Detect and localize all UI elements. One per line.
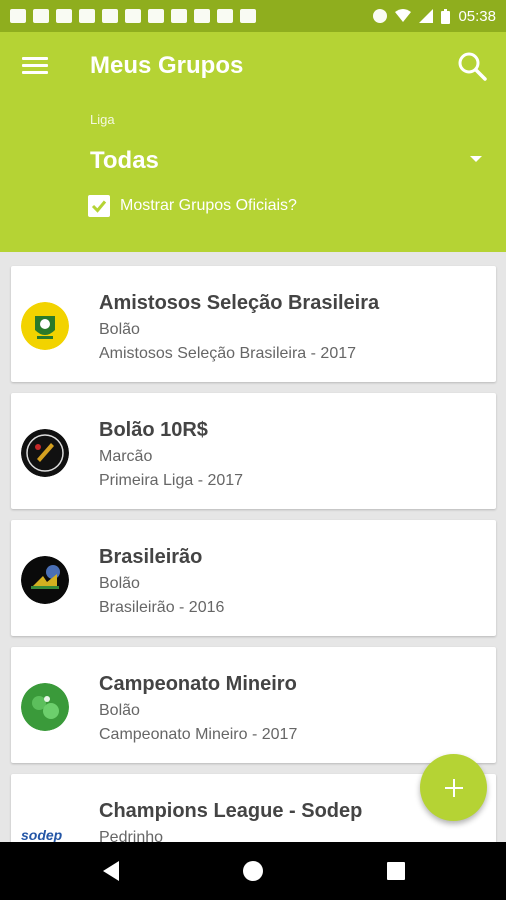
back-triangle-icon [103, 861, 119, 881]
recents-button[interactable] [381, 856, 411, 886]
show-official-groups-label: Mostrar Grupos Oficiais? [120, 197, 297, 214]
show-official-groups-checkbox[interactable]: Mostrar Grupos Oficiais? [88, 195, 297, 217]
primeira-liga-logo-icon [21, 429, 69, 477]
sodep-logo-text: sodep [21, 827, 63, 843]
dropdown-caret-icon [470, 156, 482, 162]
group-owner: Marcão [99, 448, 153, 465]
notification-icons [10, 9, 256, 23]
group-league: Amistosos Seleção Brasileira - 2017 [99, 345, 357, 362]
image-notification-icon [171, 9, 187, 23]
hand-notification-icon [33, 9, 49, 23]
group-name: Bolão 10R$ [99, 419, 208, 441]
back-button[interactable] [96, 856, 126, 886]
group-name: Campeonato Mineiro [99, 673, 297, 695]
group-owner: Bolão [99, 575, 140, 592]
group-owner: Bolão [99, 702, 140, 719]
search-button[interactable] [456, 50, 488, 82]
group-card[interactable]: Brasileirão Bolão Brasileirão - 2016 [11, 520, 496, 636]
group-owner: Bolão [99, 321, 140, 338]
group-name: Brasileirão [99, 546, 203, 568]
league-selected-value: Todas [90, 147, 159, 174]
page-title: Meus Grupos [90, 52, 244, 79]
menu-button[interactable] [22, 54, 48, 76]
cbf-logo-icon [21, 302, 69, 350]
n-notification-icon [194, 9, 210, 23]
group-league: Primeira Liga - 2017 [99, 472, 244, 489]
checkmark-icon [91, 200, 107, 213]
group-name: Amistosos Seleção Brasileira [99, 292, 380, 314]
wifi-icon [395, 9, 412, 22]
group-card[interactable]: Amistosos Seleção Brasileira Bolão Amist… [11, 266, 496, 382]
group-card[interactable]: Bolão 10R$ Marcão Primeira Liga - 2017 [11, 393, 496, 509]
home-button[interactable] [238, 856, 268, 886]
group-card[interactable]: Campeonato Mineiro Bolão Campeonato Mine… [11, 647, 496, 763]
group-league: Campeonato Mineiro - 2017 [99, 726, 298, 743]
add-group-button[interactable] [420, 754, 487, 821]
chat-notification-icon [10, 9, 26, 23]
youtube-notification-icon [102, 9, 118, 23]
plus-icon [444, 778, 463, 797]
league-label: Liga [90, 112, 115, 127]
home-circle-icon [243, 861, 263, 881]
status-time: 05:38 [458, 7, 496, 25]
brasileirao-logo-icon [21, 556, 69, 604]
battery-icon [441, 8, 451, 24]
instagram-notification-icon [217, 9, 233, 23]
app-bar: Meus Grupos Liga Todas Mostrar Grupos Of… [0, 32, 506, 252]
recents-square-icon [387, 862, 405, 880]
system-navigation-bar [0, 842, 506, 900]
youtube-notification-icon [56, 9, 72, 23]
checkbox-box[interactable] [88, 195, 110, 217]
search-icon [458, 52, 487, 81]
twitter-notification-icon [240, 9, 256, 23]
status-bar: 05:38 [0, 0, 506, 32]
game-notification-icon [125, 9, 141, 23]
mail-notification-icon [148, 9, 164, 23]
league-dropdown[interactable] [0, 142, 506, 182]
alarm-icon [373, 9, 388, 23]
youtube-notification-icon [79, 9, 95, 23]
signal-icon [419, 9, 434, 23]
group-name: Champions League - Sodep [99, 800, 363, 822]
group-league: Brasileirão - 2016 [99, 599, 225, 616]
campeonato-mineiro-logo-icon [21, 683, 69, 731]
